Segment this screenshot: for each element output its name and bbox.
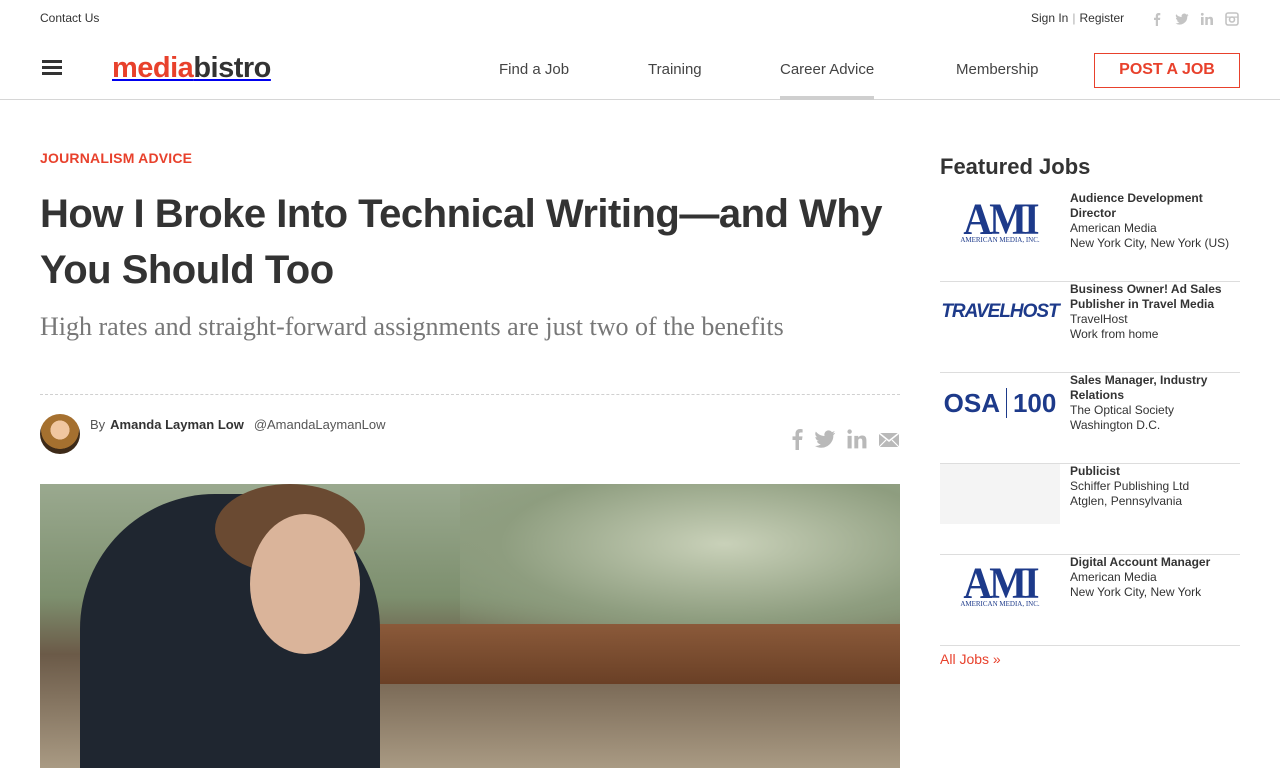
featured-jobs-title: Featured Jobs <box>940 154 1091 179</box>
main-header: mediabistro Find a Job Training Career A… <box>0 38 1280 100</box>
post-a-job-button[interactable]: POST A JOB <box>1094 53 1240 88</box>
facebook-icon[interactable] <box>1150 12 1164 26</box>
ami-logo-text: AMI <box>963 557 1039 607</box>
job-title[interactable]: Publicist <box>1070 464 1240 479</box>
byline: By Amanda Layman Low @AmandaLaymanLow <box>90 417 386 432</box>
nav-membership[interactable]: Membership <box>956 61 1039 78</box>
menu-icon[interactable] <box>42 60 62 76</box>
mediabistro-logo[interactable]: mediabistro <box>112 52 271 85</box>
logo-part-bistro: bistro <box>193 52 271 84</box>
job-item[interactable]: AMI AMERICAN MEDIA, INC. Digital Account … <box>940 555 1240 646</box>
job-location: Atglen, Pennsylvania <box>1070 494 1183 508</box>
job-company: American Media <box>1070 570 1157 584</box>
article-category[interactable]: JOURNALISM ADVICE <box>40 150 192 166</box>
instagram-icon[interactable] <box>1225 12 1239 26</box>
company-logo[interactable]: TRAVELHOST <box>940 282 1060 342</box>
job-company: American Media <box>1070 221 1157 235</box>
job-location: Washington D.C. <box>1070 418 1161 432</box>
nav-career-advice[interactable]: Career Advice <box>780 61 875 100</box>
job-title[interactable]: Audience Development Director <box>1070 191 1240 221</box>
byline-divider <box>40 394 900 395</box>
article-hero-image <box>40 484 900 768</box>
author-link[interactable]: Amanda Layman Low <box>110 417 244 432</box>
company-logo[interactable]: AMI AMERICAN MEDIA, INC. <box>940 191 1060 251</box>
job-company: TravelHost <box>1070 312 1128 326</box>
job-item[interactable]: OSA 100 Sales Manager, Industry Relations… <box>940 373 1240 464</box>
job-title[interactable]: Business Owner! Ad Sales Publisher in Tr… <box>1070 282 1240 312</box>
utility-bar: Contact Us Sign In | Register <box>0 0 1280 38</box>
company-logo[interactable]: OSA 100 <box>940 373 1060 433</box>
contact-us-link[interactable]: Contact Us <box>40 11 99 25</box>
osa-logo-text: OSA <box>943 387 1000 418</box>
nav-training[interactable]: Training <box>648 61 702 78</box>
register-link[interactable]: Register <box>1079 11 1124 25</box>
byline-prefix: By <box>90 417 106 432</box>
twitter-icon[interactable] <box>1175 12 1189 26</box>
linkedin-icon[interactable] <box>846 428 868 450</box>
share-buttons <box>790 428 900 450</box>
featured-jobs-list: AMI AMERICAN MEDIA, INC. Audience Develop… <box>940 191 1240 646</box>
social-links <box>1150 12 1239 26</box>
ami-logo-text: AMI <box>963 193 1039 243</box>
job-item[interactable]: Publicist Schiffer Publishing Ltd Atglen… <box>940 464 1240 555</box>
sign-in-link[interactable]: Sign In <box>1031 11 1068 25</box>
job-location: New York City, New York <box>1070 585 1202 599</box>
facebook-icon[interactable] <box>790 428 804 450</box>
job-title[interactable]: Sales Manager, Industry Relations <box>1070 373 1240 403</box>
logo-part-media: media <box>112 52 194 84</box>
job-item[interactable]: AMI AMERICAN MEDIA, INC. Audience Develop… <box>940 191 1240 282</box>
job-item[interactable]: TRAVELHOST Business Owner! Ad Sales Publ… <box>940 282 1240 373</box>
company-logo[interactable]: AMI AMERICAN MEDIA, INC. <box>940 555 1060 615</box>
twitter-icon[interactable] <box>814 428 836 450</box>
linkedin-icon[interactable] <box>1200 12 1214 26</box>
company-logo-placeholder[interactable] <box>940 464 1060 524</box>
email-icon[interactable] <box>878 428 900 450</box>
job-company: Schiffer Publishing Ltd <box>1070 479 1190 493</box>
job-title[interactable]: Digital Account Manager <box>1070 555 1240 570</box>
article-title: How I Broke Into Technical Writing—and W… <box>40 192 883 292</box>
job-location: Work from home <box>1070 327 1159 341</box>
all-jobs-link[interactable]: All Jobs » <box>940 651 1001 667</box>
osa-logo-number: 100 <box>1012 387 1057 418</box>
article-dek: High rates and straight-forward assignme… <box>40 312 784 341</box>
auth-links: Sign In | Register <box>1031 11 1124 25</box>
job-company: The Optical Society <box>1070 403 1175 417</box>
job-location: New York City, New York (US) <box>1070 236 1230 250</box>
author-avatar[interactable] <box>40 414 80 454</box>
author-twitter-handle[interactable]: @AmandaLaymanLow <box>254 417 386 432</box>
travelhost-logo-text: TRAVELHOST <box>941 301 1059 322</box>
nav-find-a-job[interactable]: Find a Job <box>499 61 569 78</box>
auth-separator: | <box>1072 11 1076 25</box>
